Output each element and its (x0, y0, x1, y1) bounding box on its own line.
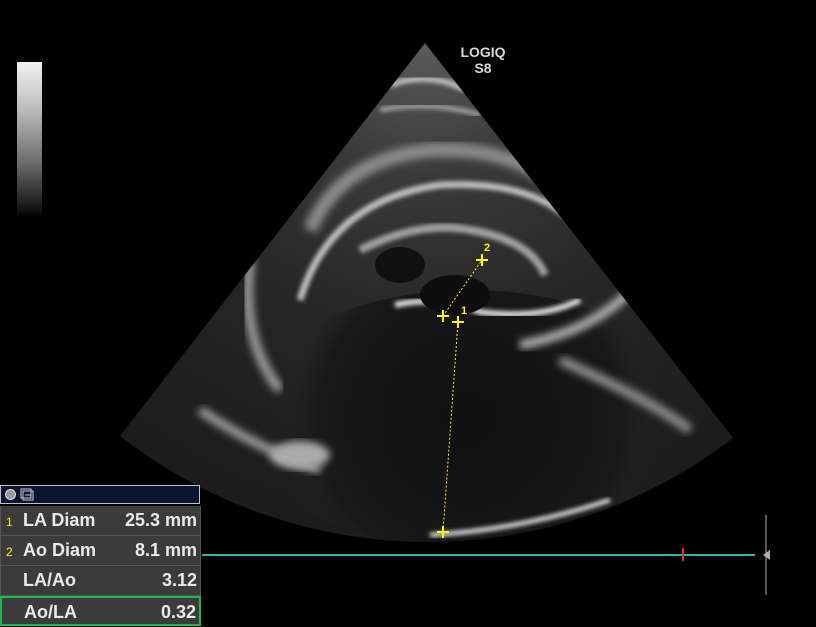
measurement-value: 25.3 mm (124, 510, 197, 530)
measurement-row-selected[interactable]: Ao/LA 0.32 (0, 596, 201, 626)
measurement-label: Ao Diam (23, 540, 97, 560)
measurement-panel: 1 LA Diam 25.3 mm 2 Ao Diam 8.1 mm LA/Ao… (0, 485, 202, 627)
measurement-value: 8.1 mm (134, 540, 197, 560)
measurement-index: 1 (6, 515, 13, 529)
measurement-label: Ao/LA (24, 602, 77, 622)
circle-icon[interactable] (5, 489, 16, 500)
image-clip-icon[interactable] (20, 488, 34, 501)
measurement-row[interactable]: 2 Ao Diam 8.1 mm (0, 536, 201, 566)
ultrasound-screen: LOGIQ S8 1 2 1 LA Diam 25.3 mm 2 Ao Diam… (0, 0, 816, 627)
measurement-panel-header (0, 485, 200, 504)
caliper-label-1: 1 (461, 305, 467, 317)
measurement-index: 2 (6, 545, 13, 559)
measurement-label: LA Diam (23, 510, 96, 530)
measurement-row[interactable]: 1 LA Diam 25.3 mm (0, 506, 201, 536)
measurement-row[interactable]: LA/Ao 3.12 (0, 566, 201, 596)
measurement-value: 0.32 (160, 602, 196, 622)
measurement-label: LA/Ao (23, 570, 76, 590)
measurement-value: 3.12 (161, 570, 197, 590)
caliper-label-2: 2 (484, 242, 490, 254)
